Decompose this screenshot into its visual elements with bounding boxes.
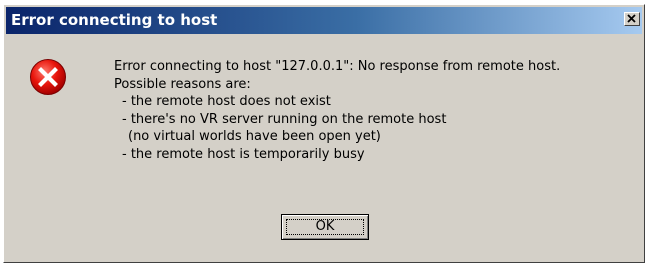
message-line-reason-3: - the remote host is temporarily busy	[122, 146, 365, 162]
message-line-reasons-heading: Possible reasons are:	[114, 76, 251, 92]
ok-button-label: OK	[315, 219, 335, 234]
error-icon	[28, 57, 68, 97]
title-bar[interactable]: Error connecting to host	[6, 7, 642, 34]
close-button[interactable]	[624, 12, 640, 26]
ok-button[interactable]: OK	[281, 214, 369, 240]
error-dialog: Error connecting to host Error connectin…	[3, 4, 645, 263]
message-line-reason-1: - the remote host does not exist	[122, 94, 331, 110]
message-line-reason-2-note: (no virtual worlds have been open yet)	[128, 129, 381, 145]
error-message: Error connecting to host "127.0.0.1": No…	[114, 58, 560, 164]
message-line-main: Error connecting to host "127.0.0.1": No…	[114, 59, 561, 74]
close-x-icon	[627, 14, 636, 23]
window-title: Error connecting to host	[11, 11, 218, 29]
message-line-reason-2: - there's no VR server running on the re…	[122, 111, 447, 127]
